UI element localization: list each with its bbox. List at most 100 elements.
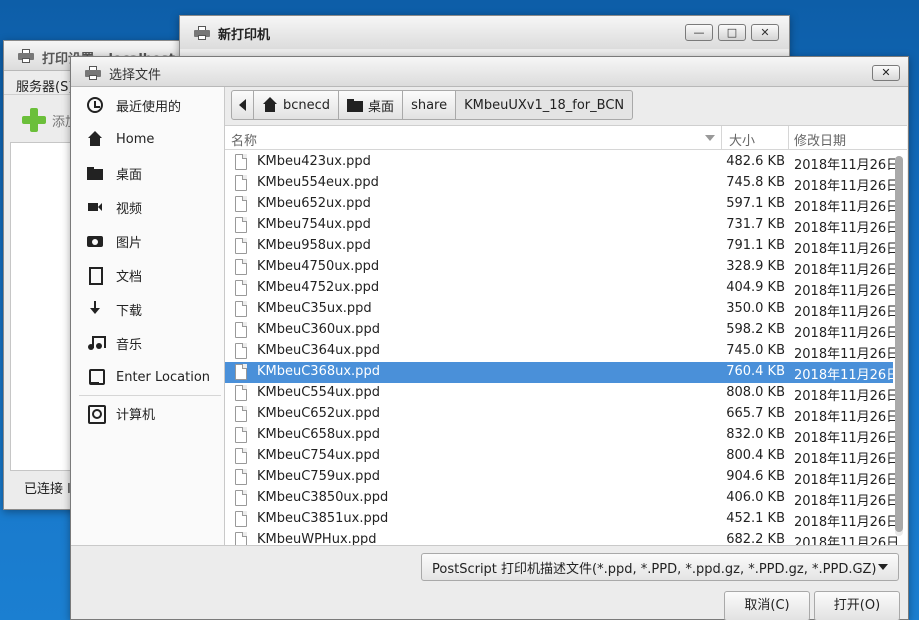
file-modified-date: 2018年11月26日 <box>794 368 900 383</box>
file-modified-date: 2018年11月26日 <box>794 389 900 404</box>
path-crumb-current[interactable]: KMbeuUXv1_18_for_BCN <box>455 90 634 120</box>
sidebar-item-documents[interactable]: 文档 <box>71 261 224 289</box>
file-modified-date: 2018年11月26日 <box>794 431 900 446</box>
sidebar-item-pictures[interactable]: 图片 <box>71 227 224 255</box>
file-modified-date: 2018年11月26日 <box>794 305 900 320</box>
file-modified-date: 2018年11月26日 <box>794 410 900 425</box>
close-button[interactable]: ✕ <box>751 24 779 41</box>
file-row[interactable]: KMbeuC3851ux.ppd 452.1 KB 2018年11月26日 <box>225 509 899 530</box>
file-row[interactable]: KMbeuC368ux.ppd 760.4 KB 2018年11月26日 <box>225 362 899 383</box>
file-size: 904.6 KB <box>726 469 785 484</box>
minimize-button[interactable]: — <box>685 24 713 41</box>
menu-server[interactable]: 服务器(S) <box>16 80 73 95</box>
printer-icon <box>18 49 34 63</box>
new-printer-title: 新打印机 <box>218 28 271 43</box>
path-crumb-label: share <box>411 97 448 113</box>
sidebar-item-desktop[interactable]: 桌面 <box>71 159 224 187</box>
file-name: KMbeuC360ux.ppd <box>257 322 380 337</box>
file-row[interactable]: KMbeuC3850ux.ppd 406.0 KB 2018年11月26日 <box>225 488 899 509</box>
file-name: KMbeu554eux.ppd <box>257 175 379 190</box>
file-row[interactable]: KMbeu554eux.ppd 745.8 KB 2018年11月26日 <box>225 173 899 194</box>
sidebar-item-home[interactable]: Home <box>71 125 224 153</box>
download-icon <box>87 301 103 317</box>
file-row[interactable]: KMbeuC360ux.ppd 598.2 KB 2018年11月26日 <box>225 320 899 341</box>
file-row[interactable]: KMbeu652ux.ppd 597.1 KB 2018年11月26日 <box>225 194 899 215</box>
sidebar-item-label: 图片 <box>116 235 143 251</box>
column-header-name[interactable]: 名称 <box>231 130 257 149</box>
path-bar: bcnecd 桌面 share KMbeuUXv1_18_for_BCN <box>231 90 634 120</box>
file-name: KMbeuC759ux.ppd <box>257 469 380 484</box>
file-modified-date: 2018年11月26日 <box>794 158 900 173</box>
path-crumb-home[interactable]: bcnecd <box>253 90 340 120</box>
path-crumb-desktop[interactable]: 桌面 <box>338 90 404 120</box>
sidebar-item-label: 视频 <box>116 201 143 217</box>
sidebar-item-videos[interactable]: 视频 <box>71 193 224 221</box>
file-icon <box>235 280 247 296</box>
sidebar-item-label: Home <box>116 131 155 147</box>
sidebar-item-downloads[interactable]: 下载 <box>71 295 224 323</box>
file-icon <box>235 217 247 233</box>
printer-icon <box>85 66 101 80</box>
file-size: 808.0 KB <box>726 385 785 400</box>
file-chooser-title: 选择文件 <box>109 68 162 83</box>
file-row[interactable]: KMbeuC754ux.ppd 800.4 KB 2018年11月26日 <box>225 446 899 467</box>
column-header-size[interactable]: 大小 <box>729 130 755 149</box>
column-divider[interactable] <box>788 126 789 150</box>
sidebar-item-label: 桌面 <box>116 167 143 183</box>
path-crumb-share[interactable]: share <box>402 90 457 120</box>
file-row[interactable]: KMbeuC759ux.ppd 904.6 KB 2018年11月26日 <box>225 467 899 488</box>
file-modified-date: 2018年11月26日 <box>794 284 900 299</box>
folder-icon <box>87 165 103 181</box>
cancel-button[interactable]: 取消(C) <box>724 591 810 620</box>
file-name: KMbeuC652ux.ppd <box>257 406 380 421</box>
file-row[interactable]: KMbeu754ux.ppd 731.7 KB 2018年11月26日 <box>225 215 899 236</box>
camera-icon <box>87 233 103 249</box>
file-row[interactable]: KMbeuC658ux.ppd 832.0 KB 2018年11月26日 <box>225 425 899 446</box>
file-icon <box>235 511 247 527</box>
file-row[interactable]: KMbeu958ux.ppd 791.1 KB 2018年11月26日 <box>225 236 899 257</box>
file-chooser-dialog: 选择文件 ✕ 最近使用的 Home 桌面 视频 图片 文档 下载 音乐 Ente… <box>70 56 909 620</box>
file-name: KMbeuC368ux.ppd <box>257 364 380 379</box>
file-row[interactable]: KMbeuC554ux.ppd 808.0 KB 2018年11月26日 <box>225 383 899 404</box>
sidebar-item-recent[interactable]: 最近使用的 <box>71 91 224 119</box>
column-divider[interactable] <box>721 126 722 150</box>
home-icon <box>262 97 278 113</box>
column-header-modified[interactable]: 修改日期 <box>794 130 846 149</box>
file-row[interactable]: KMbeu4752ux.ppd 404.9 KB 2018年11月26日 <box>225 278 899 299</box>
file-icon <box>235 448 247 464</box>
file-size: 452.1 KB <box>726 511 785 526</box>
file-type-filter[interactable]: PostScript 打印机描述文件(*.ppd, *.PPD, *.ppd.g… <box>421 553 899 581</box>
new-printer-titlebar[interactable]: 新打印机 — □ ✕ <box>180 16 789 49</box>
places-sidebar: 最近使用的 Home 桌面 视频 图片 文档 下载 音乐 Enter Locat… <box>71 87 225 545</box>
file-row[interactable]: KMbeu423ux.ppd 482.6 KB 2018年11月26日 <box>225 152 899 173</box>
file-name: KMbeuC754ux.ppd <box>257 448 380 463</box>
computer-icon <box>87 405 106 424</box>
file-size: 791.1 KB <box>726 238 785 253</box>
vertical-scrollbar[interactable] <box>895 156 903 536</box>
file-chooser-titlebar[interactable]: 选择文件 ✕ <box>71 57 908 87</box>
file-row[interactable]: KMbeuC652ux.ppd 665.7 KB 2018年11月26日 <box>225 404 899 425</box>
file-size: 731.7 KB <box>726 217 785 232</box>
add-icon[interactable] <box>22 108 46 132</box>
open-button[interactable]: 打开(O) <box>814 591 900 620</box>
file-name: KMbeuC364ux.ppd <box>257 343 380 358</box>
sidebar-item-computer[interactable]: 计算机 <box>71 399 224 427</box>
file-row[interactable]: KMbeu4750ux.ppd 328.9 KB 2018年11月26日 <box>225 257 899 278</box>
sidebar-item-label: 下载 <box>116 303 143 319</box>
file-name: KMbeuC554ux.ppd <box>257 385 380 400</box>
file-row[interactable]: KMbeuC364ux.ppd 745.0 KB 2018年11月26日 <box>225 341 899 362</box>
maximize-button[interactable]: □ <box>718 24 746 41</box>
sidebar-item-enter-location[interactable]: Enter Location <box>71 363 224 391</box>
close-button[interactable]: ✕ <box>872 65 900 81</box>
file-modified-date: 2018年11月26日 <box>794 200 900 215</box>
file-row[interactable]: KMbeuC35ux.ppd 350.0 KB 2018年11月26日 <box>225 299 899 320</box>
arrow-left-icon <box>239 99 246 111</box>
sidebar-item-music[interactable]: 音乐 <box>71 329 224 357</box>
file-modified-date: 2018年11月26日 <box>794 494 900 509</box>
path-back-button[interactable] <box>231 90 254 120</box>
file-icon <box>235 406 247 422</box>
file-modified-date: 2018年11月26日 <box>794 263 900 278</box>
file-size: 745.0 KB <box>726 343 785 358</box>
scrollbar-thumb[interactable] <box>895 156 903 532</box>
file-size: 404.9 KB <box>726 280 785 295</box>
